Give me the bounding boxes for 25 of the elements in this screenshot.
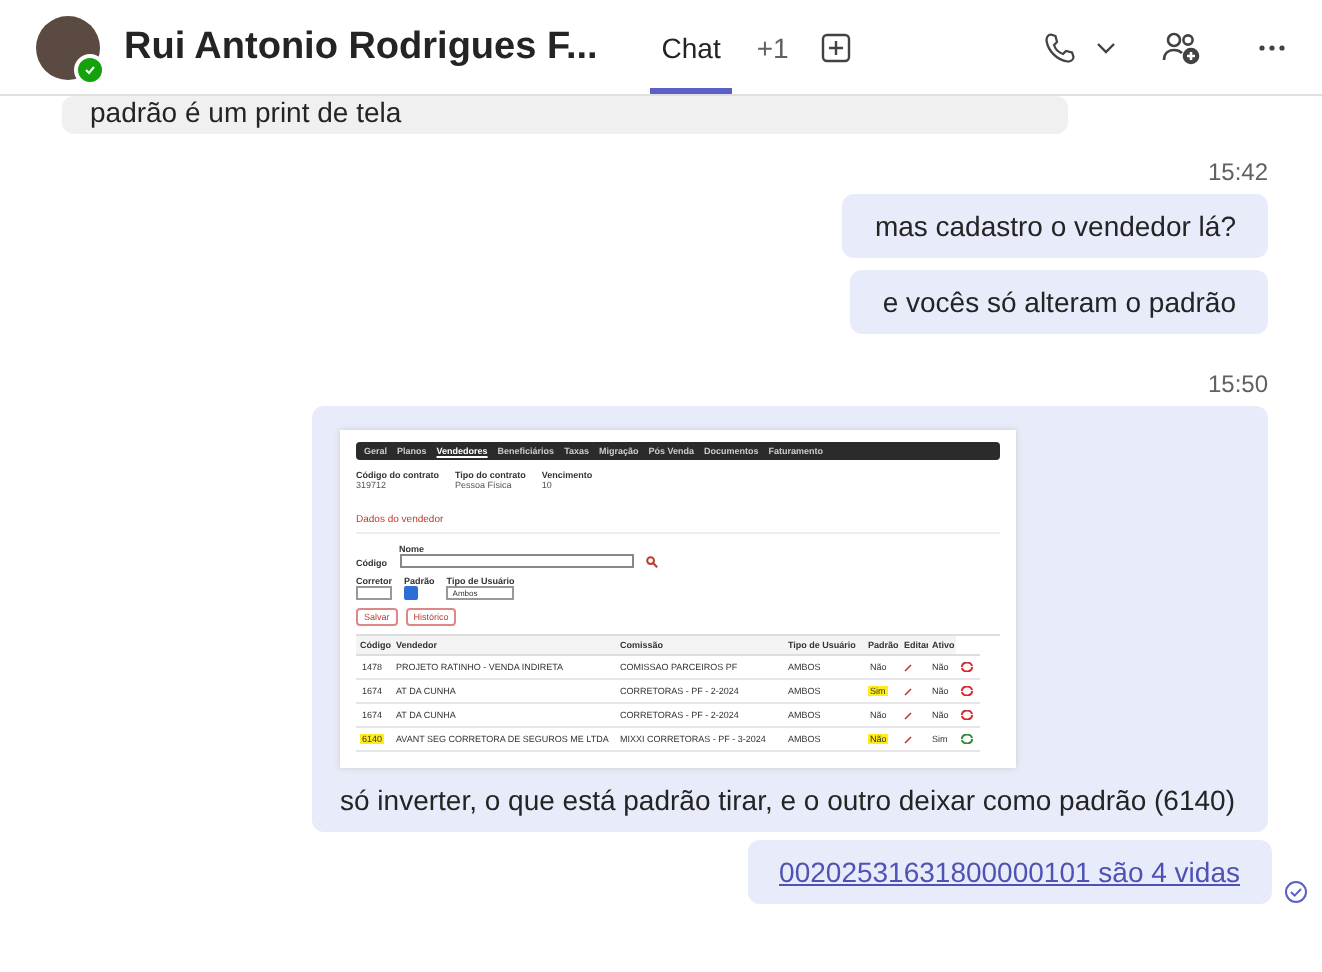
add-tab-icon[interactable]	[820, 31, 853, 63]
toggle-arrows-icon[interactable]	[960, 734, 974, 744]
phone-icon[interactable]	[1042, 29, 1078, 65]
name-input-field[interactable]	[399, 554, 633, 568]
default-checkbox[interactable]	[404, 586, 419, 600]
timestamp: 15:42	[1207, 158, 1268, 186]
toggle-arrows-icon[interactable]	[960, 686, 974, 696]
message-bubble: padrão é um print de tela	[62, 96, 1068, 134]
chat-tab[interactable]: +1	[744, 0, 801, 94]
broker-select[interactable]	[356, 586, 393, 600]
contact-name: Rui Antonio Rodrigues F...	[124, 25, 598, 69]
pencil-icon[interactable]	[904, 735, 912, 743]
toggle-arrows-icon[interactable]	[960, 710, 974, 720]
pencil-icon[interactable]	[904, 711, 912, 719]
timestamp: 15:50	[1207, 370, 1268, 398]
message-link[interactable]: 00202531631800000101 são 4 vidas	[779, 856, 1240, 888]
message-bubble: mas cadastro o vendedor lá?	[842, 194, 1268, 258]
more-options-icon[interactable]	[1258, 43, 1286, 51]
add-people-icon[interactable]	[1162, 29, 1202, 65]
toggle-arrows-icon[interactable]	[960, 662, 974, 672]
pencil-icon[interactable]	[904, 687, 912, 695]
message-text: só inverter, o que está padrão tirar, e o outro deixar como padrão (6140)	[340, 784, 1237, 816]
message-bubble: e vocês só alteram o padrão	[850, 270, 1268, 334]
pencil-icon[interactable]	[904, 663, 912, 671]
search-icon[interactable]	[645, 556, 657, 568]
